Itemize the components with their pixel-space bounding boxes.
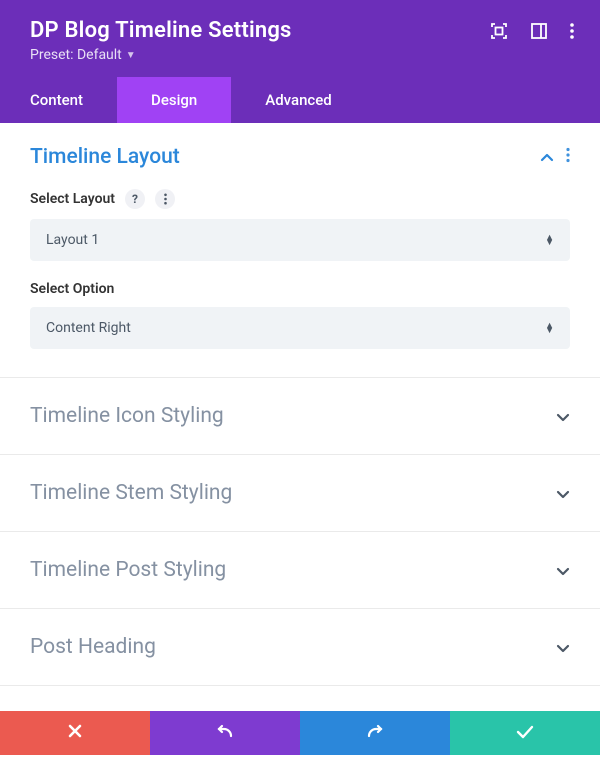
field-label-row: Select Option bbox=[30, 281, 570, 297]
select-value: Content Right bbox=[46, 320, 131, 336]
more-options-icon[interactable] bbox=[570, 22, 574, 40]
field-select-option: Select Option Content Right ▲▼ bbox=[30, 281, 570, 349]
check-icon bbox=[516, 724, 534, 743]
select-option-dropdown[interactable]: Content Right ▲▼ bbox=[30, 307, 570, 349]
chevron-down-icon bbox=[556, 561, 570, 580]
tab-content[interactable]: Content bbox=[0, 77, 117, 123]
close-icon bbox=[67, 723, 83, 743]
section-title: Timeline Layout bbox=[30, 145, 180, 169]
header-actions bbox=[490, 22, 578, 40]
section-timeline-stem-styling[interactable]: Timeline Stem Styling bbox=[0, 455, 600, 532]
label-text: Select Option bbox=[30, 281, 114, 297]
redo-icon bbox=[365, 723, 385, 743]
caret-down-icon: ▼ bbox=[126, 50, 136, 61]
help-icon[interactable]: ? bbox=[125, 189, 145, 209]
undo-button[interactable] bbox=[150, 711, 300, 755]
section-timeline-icon-styling[interactable]: Timeline Icon Styling bbox=[0, 378, 600, 455]
save-button[interactable] bbox=[450, 711, 600, 755]
undo-icon bbox=[215, 723, 235, 743]
select-arrows-icon: ▲▼ bbox=[545, 324, 554, 333]
section-timeline-layout: Timeline Layout Select Layou bbox=[0, 123, 600, 378]
field-label-row: Select Layout ? bbox=[30, 189, 570, 209]
section-title: Timeline Stem Styling bbox=[30, 481, 232, 505]
section-title: Timeline Post Styling bbox=[30, 558, 226, 582]
settings-tabs: Content Design Advanced bbox=[0, 77, 600, 123]
select-arrows-icon: ▲▼ bbox=[545, 236, 554, 245]
preset-label: Preset: Default bbox=[30, 47, 122, 63]
settings-title: DP Blog Timeline Settings bbox=[30, 18, 292, 43]
section-more-icon[interactable] bbox=[566, 147, 570, 167]
header-top-row: DP Blog Timeline Settings bbox=[30, 18, 578, 43]
redo-button[interactable] bbox=[300, 711, 450, 755]
settings-header: DP Blog Timeline Settings bbox=[0, 0, 600, 77]
expand-icon[interactable] bbox=[490, 22, 508, 40]
field-select-layout: Select Layout ? Layout 1 ▲▼ bbox=[30, 189, 570, 261]
chevron-down-icon bbox=[556, 407, 570, 426]
tab-design[interactable]: Design bbox=[117, 77, 231, 123]
section-title: Timeline Icon Styling bbox=[30, 404, 224, 428]
section-post-heading[interactable]: Post Heading bbox=[0, 609, 600, 686]
footer-actions bbox=[0, 711, 600, 755]
field-more-icon[interactable] bbox=[155, 189, 175, 209]
label-text: Select Layout bbox=[30, 191, 115, 207]
section-title: Post Heading bbox=[30, 635, 156, 659]
select-layout-dropdown[interactable]: Layout 1 ▲▼ bbox=[30, 219, 570, 261]
tab-advanced[interactable]: Advanced bbox=[231, 77, 365, 123]
panel-layout-icon[interactable] bbox=[530, 22, 548, 40]
preset-dropdown[interactable]: Preset: Default ▼ bbox=[30, 47, 136, 63]
cancel-button[interactable] bbox=[0, 711, 150, 755]
chevron-up-icon[interactable] bbox=[540, 148, 554, 167]
section-header-actions bbox=[540, 147, 570, 167]
section-timeline-post-styling[interactable]: Timeline Post Styling bbox=[0, 532, 600, 609]
chevron-down-icon bbox=[556, 484, 570, 503]
chevron-down-icon bbox=[556, 638, 570, 657]
settings-content: Timeline Layout Select Layou bbox=[0, 123, 600, 711]
section-header-timeline-layout[interactable]: Timeline Layout bbox=[30, 145, 570, 169]
select-value: Layout 1 bbox=[46, 232, 99, 248]
